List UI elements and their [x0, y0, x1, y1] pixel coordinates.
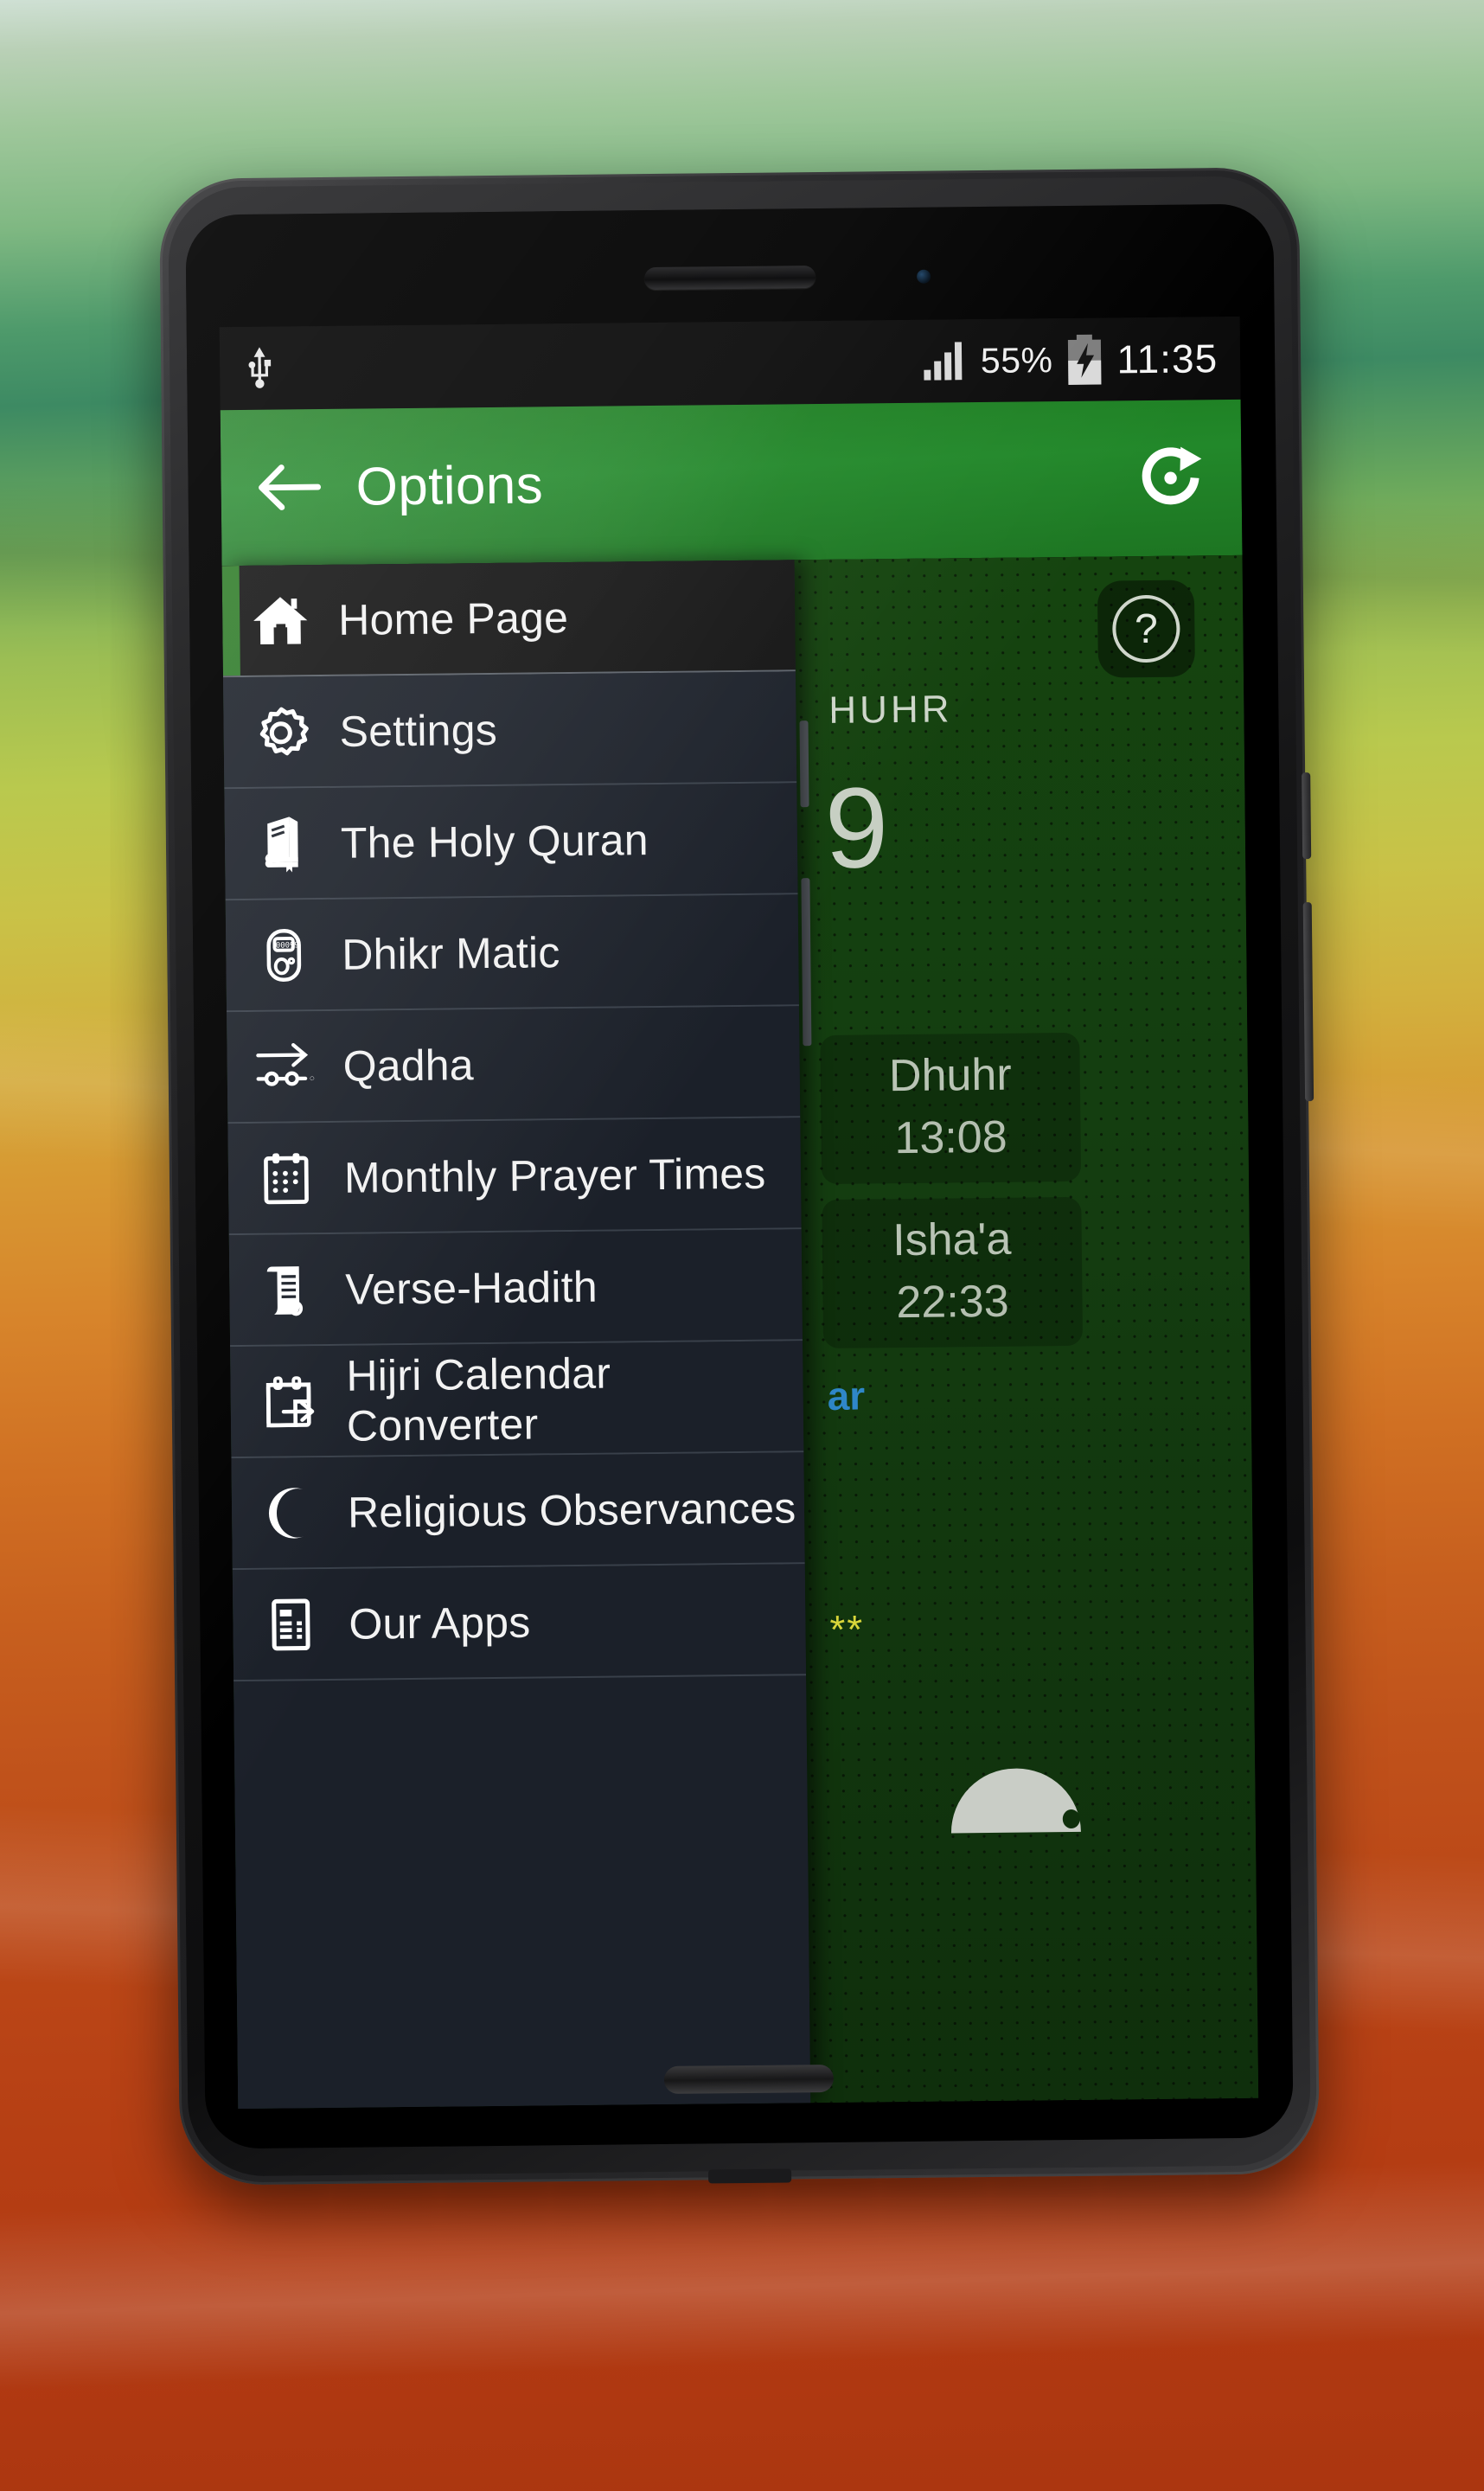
sidebar-item-settings[interactable]: Settings: [222, 671, 797, 790]
arrow-over-dots-icon: [227, 1035, 343, 1097]
content-area: ? HUHR 9 Dhuhr 13:08 Isha'a 22:33 ar **: [221, 554, 1259, 2110]
status-bar: 55% 11:35: [219, 316, 1241, 411]
signal-bars-icon: [923, 342, 967, 381]
sidebar-item-label: Settings: [339, 705, 498, 756]
asterisk-marker: **: [829, 1606, 865, 1652]
home-icon: [222, 589, 339, 650]
front-camera: [917, 269, 931, 284]
sidebar-item-label: Home Page: [337, 592, 569, 644]
question-mark-icon: ?: [1111, 594, 1180, 663]
usb-port: [708, 2168, 792, 2184]
sidebar-item-label: Verse-Hadith: [345, 1262, 598, 1314]
refresh-icon[interactable]: [1134, 441, 1207, 515]
phone-device: 55% 11:35 Options ? HUHR 9 Dhuhr 13:08 I…: [158, 167, 1321, 2186]
next-prayer-label: HUHR: [828, 688, 953, 732]
sidebar-item-the-holy-quran[interactable]: The Holy Quran: [224, 783, 798, 901]
calendar-arrow-icon: [230, 1370, 347, 1431]
back-arrow-icon[interactable]: [255, 462, 322, 513]
phone-screen-glass: 55% 11:35 Options ? HUHR 9 Dhuhr 13:08 I…: [185, 203, 1294, 2149]
sidebar-item-label: Hijri Calendar Converter: [346, 1348, 611, 1450]
earpiece-speaker: [643, 266, 816, 291]
usb-icon: [242, 346, 278, 391]
app-screen: 55% 11:35 Options ? HUHR 9 Dhuhr 13:08 I…: [219, 316, 1259, 2110]
calendar-icon: [228, 1147, 345, 1208]
sidebar-item-label: Monthly Prayer Times: [343, 1149, 766, 1202]
sidebar-item-dhikr-matic[interactable]: 00099 Dhikr Matic: [225, 894, 799, 1013]
svg-text:00099: 00099: [276, 941, 299, 950]
sidebar-item-hijri-calendar-converter[interactable]: Hijri Calendar Converter: [230, 1341, 804, 1459]
gear-icon: [223, 701, 340, 762]
sidebar-item-label: Religious Observances: [347, 1482, 796, 1537]
navigation-drawer: Home Page Settings The Holy Quran 00099 …: [221, 560, 811, 2110]
sidebar-item-label: Qadha: [342, 1040, 475, 1091]
app-list-icon: [233, 1593, 349, 1655]
status-bar-right: 55% 11:35: [923, 333, 1219, 387]
tally-counter-icon: 00099: [226, 924, 342, 985]
prayer-time: 22:33: [896, 1276, 1009, 1329]
clock-label: 11:35: [1116, 336, 1219, 382]
sidebar-item-verse-hadith[interactable]: Verse-Hadith: [228, 1229, 803, 1348]
book-icon: [225, 812, 342, 874]
sidebar-item-monthly-prayer-times[interactable]: Monthly Prayer Times: [227, 1117, 802, 1236]
sidebar-item-label: Dhikr Matic: [341, 927, 560, 979]
prayer-time-card[interactable]: Dhuhr 13:08: [820, 1032, 1082, 1185]
sidebar-item-our-apps[interactable]: Our Apps: [232, 1564, 807, 1682]
sidebar-item-home-page[interactable]: Home Page: [221, 560, 796, 678]
hijri-date-fragment: ar: [827, 1373, 866, 1418]
crescent-moon-icon: [232, 1482, 349, 1543]
prayer-time: 13:08: [894, 1111, 1007, 1164]
action-bar: Options: [220, 399, 1243, 567]
prayer-time-card[interactable]: Isha'a 22:33: [822, 1196, 1084, 1348]
prayer-name: Isha'a: [892, 1213, 1012, 1266]
battery-charging-icon: [1066, 334, 1103, 385]
help-button[interactable]: ?: [1097, 580, 1195, 678]
dome-finial-graphic: [1062, 1809, 1080, 1829]
bottom-speaker: [663, 2064, 835, 2094]
prayer-name: Dhuhr: [888, 1049, 1012, 1102]
sidebar-item-label: The Holy Quran: [340, 815, 649, 868]
battery-percent-label: 55%: [980, 339, 1053, 381]
page-title: Options: [355, 454, 544, 517]
volume-button[interactable]: [1302, 772, 1312, 860]
drawer-empty-space: [233, 1675, 811, 2110]
countdown-digits: 9: [824, 764, 889, 892]
status-bar-left: [242, 346, 278, 391]
sidebar-item-label: Our Apps: [349, 1598, 531, 1649]
sidebar-item-qadha[interactable]: Qadha: [226, 1006, 801, 1124]
scroll-indicator-top[interactable]: [799, 720, 809, 808]
mosque-dome-graphic: [950, 1767, 1081, 1834]
scroll-indicator-bottom[interactable]: [801, 878, 812, 1047]
sidebar-item-religious-observances[interactable]: Religious Observances: [231, 1452, 805, 1571]
scroll-icon: [229, 1258, 346, 1320]
